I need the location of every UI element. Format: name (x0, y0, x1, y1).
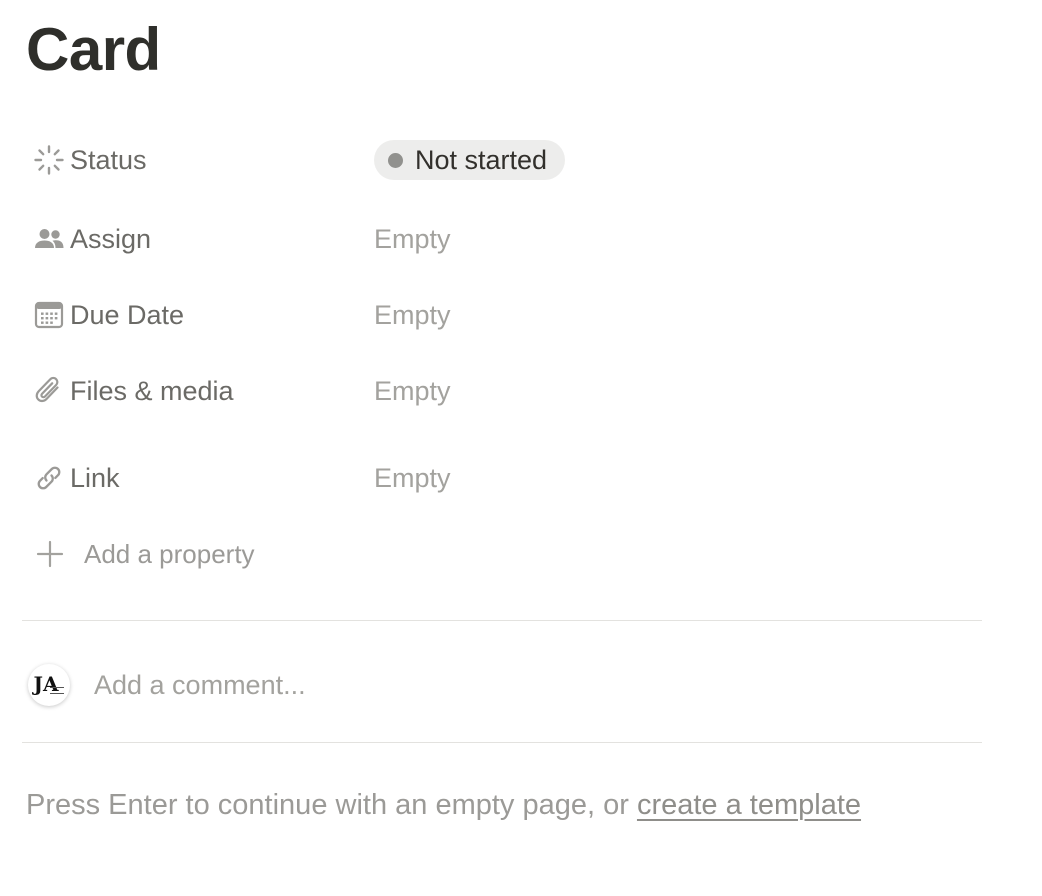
divider (22, 620, 982, 621)
divider (22, 742, 982, 743)
page-title[interactable]: Card (26, 14, 161, 86)
property-value-files-media[interactable]: Empty (374, 374, 451, 408)
avatar-logo-lines (50, 687, 64, 694)
property-row-link[interactable]: Link Empty (22, 456, 962, 500)
property-value-link[interactable]: Empty (374, 461, 451, 495)
people-icon (32, 222, 66, 256)
comment-row: JA (22, 660, 962, 710)
property-label-link: Link (70, 463, 120, 493)
property-name-due-date[interactable]: Due Date (22, 293, 374, 337)
property-label-due-date: Due Date (70, 300, 185, 330)
status-dot-icon (388, 152, 403, 168)
property-row-assign[interactable]: Assign Empty (22, 217, 962, 261)
link-icon (32, 461, 66, 495)
plus-icon (33, 537, 67, 571)
create-template-link[interactable]: create a template (637, 789, 861, 821)
status-icon (32, 143, 66, 177)
paperclip-icon (32, 374, 66, 408)
property-label-files-media: Files & media (70, 376, 234, 406)
property-name-link[interactable]: Link (22, 456, 374, 500)
add-property-label: Add a property (84, 538, 255, 569)
property-name-files-media[interactable]: Files & media (22, 369, 374, 413)
property-row-due-date[interactable]: Due Date Empty (22, 293, 962, 337)
empty-page-hint-text: Press Enter to continue with an empty pa… (26, 789, 637, 821)
calendar-icon (32, 298, 66, 332)
property-row-files-media[interactable]: Files & media Empty (22, 369, 962, 413)
add-property-button[interactable]: Add a property (22, 532, 255, 576)
property-label-status: Status (70, 145, 147, 175)
property-value-due-date[interactable]: Empty (374, 298, 451, 332)
property-label-assign: Assign (70, 224, 152, 254)
status-badge[interactable]: Not started (374, 140, 566, 180)
comment-input[interactable] (94, 665, 914, 705)
avatar: JA (28, 664, 70, 706)
property-value-assign[interactable]: Empty (374, 222, 451, 256)
empty-page-hint: Press Enter to continue with an empty pa… (26, 786, 861, 824)
page-container: Card Status Not started Assign Empty Due… (0, 0, 1042, 896)
property-name-assign[interactable]: Assign (22, 217, 374, 261)
property-name-status[interactable]: Status (22, 138, 374, 182)
status-value: Not started (415, 144, 548, 175)
property-row-status[interactable]: Status Not started (22, 138, 962, 182)
